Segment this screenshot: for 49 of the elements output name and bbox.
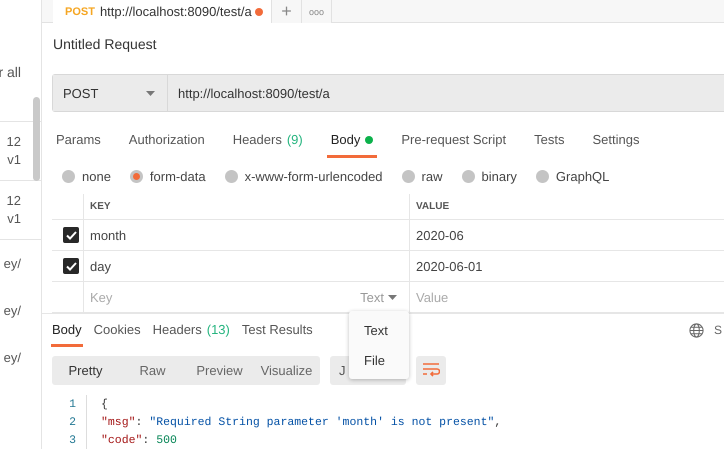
value-cell: 2020-06 xyxy=(416,228,464,243)
menu-item[interactable]: Text xyxy=(349,315,409,345)
request-title: Untitled Request xyxy=(53,36,157,52)
column-header: VALUE xyxy=(416,201,450,212)
code-line: { xyxy=(86,395,108,413)
menu-item[interactable]: File xyxy=(349,345,409,375)
key-cell: day xyxy=(90,258,111,274)
scrollbar-thumb[interactable] xyxy=(33,97,40,181)
column-header: KEY xyxy=(90,201,111,212)
checkbox[interactable] xyxy=(63,227,79,244)
code-line: "code": 500 xyxy=(86,431,177,449)
key-cell: month xyxy=(90,228,126,243)
body-type-radio[interactable]: GraphQL xyxy=(536,168,610,184)
request-tab[interactable]: Authorization xyxy=(124,132,209,158)
request-tab[interactable]: POST http://localhost:8090/test/a xyxy=(53,0,272,23)
view-mode-tab[interactable]: Raw xyxy=(119,356,186,385)
sidebar-item[interactable]: ey/ xyxy=(0,334,41,381)
request-tab[interactable]: Settings xyxy=(588,132,644,158)
wrap-icon xyxy=(422,362,440,378)
wrap-button[interactable] xyxy=(416,356,446,385)
body-type-radio[interactable]: none xyxy=(62,168,111,184)
globe-icon[interactable] xyxy=(688,322,704,338)
request-tab[interactable]: Body xyxy=(326,132,378,158)
body-type-radio[interactable]: raw xyxy=(402,168,442,184)
request-tab[interactable]: Tests xyxy=(530,132,568,158)
view-mode-tab[interactable]: Pretty xyxy=(52,356,119,385)
checkbox[interactable] xyxy=(63,258,79,274)
response-tab[interactable]: Body xyxy=(51,322,83,347)
body-type-radio[interactable]: binary xyxy=(462,168,517,184)
sidebar-item[interactable]: 12 v1 xyxy=(0,181,41,240)
status-text: S xyxy=(714,323,722,338)
body-type-radio[interactable]: form-data xyxy=(130,168,206,184)
response-tab[interactable]: Headers (13) xyxy=(152,322,231,347)
value-cell: 2020-06-01 xyxy=(416,258,482,274)
code-line: "msg": "Required String parameter 'month' is not present", xyxy=(86,413,502,431)
sidebar-item[interactable]: ey/ xyxy=(0,287,41,334)
request-tab[interactable]: Headers (9) xyxy=(228,132,307,158)
view-mode-tab[interactable]: Preview xyxy=(186,356,253,385)
sidebar-item[interactable]: ey/ xyxy=(0,240,41,287)
body-type-radio[interactable]: x-www-form-urlencoded xyxy=(224,168,383,184)
line-number: 2 xyxy=(68,416,77,428)
line-number: 3 xyxy=(68,434,77,446)
view-mode-tab[interactable]: Visualize xyxy=(253,356,320,385)
line-number: 1 xyxy=(68,398,77,410)
request-tab[interactable]: Params xyxy=(52,132,105,158)
caret-icon xyxy=(388,294,397,300)
response-tab[interactable]: Test Results xyxy=(240,322,314,347)
request-tab[interactable]: Pre-request Script xyxy=(397,132,510,158)
response-tab[interactable]: Cookies xyxy=(92,322,142,347)
